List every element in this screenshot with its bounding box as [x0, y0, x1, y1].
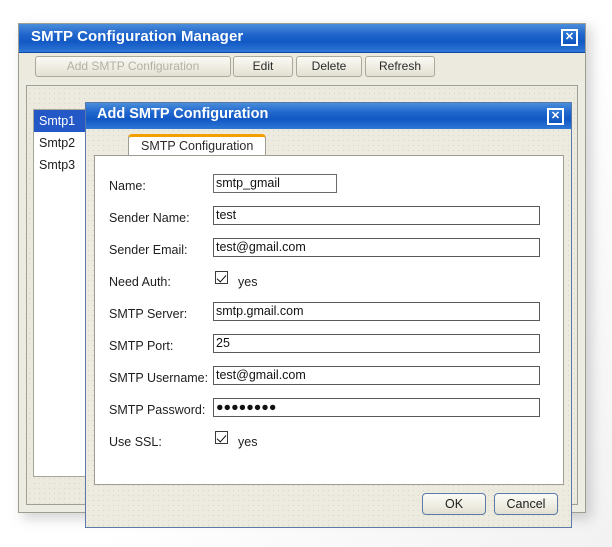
smtp-configuration-form: Name: smtp_gmail Sender Name: test Sender Em… — [94, 155, 564, 485]
form-row: SMTP Server: smtp.gmail.com — [95, 302, 563, 332]
add-smtp-configuration-dialog: Add SMTP Configuration ✕ SMTP Configurat… — [85, 102, 572, 528]
label-name: Name: — [109, 179, 146, 193]
label-smtp-username: SMTP Username: — [109, 371, 209, 385]
input-smtp-password[interactable]: ●●●●●●●● — [213, 398, 540, 417]
checkbox-label-need-auth: yes — [238, 275, 258, 289]
form-row: Need Auth: yes — [95, 270, 563, 300]
tab-smtp-configuration[interactable]: SMTP Configuration — [128, 134, 267, 156]
main-window-titlebar: SMTP Configuration Manager ✕ — [19, 24, 585, 53]
input-smtp-server[interactable]: smtp.gmail.com — [213, 302, 540, 321]
dialog-tabstrip: SMTP Configuration — [94, 134, 564, 156]
label-sender-email: Sender Email: — [109, 243, 188, 257]
toolbar-button-edit[interactable]: Edit — [233, 56, 293, 77]
form-row: Use SSL: yes — [95, 430, 563, 460]
form-row: SMTP Port: 25 — [95, 334, 563, 364]
main-toolbar: Add SMTP Configuration Edit Delete Refresh — [19, 53, 585, 81]
dialog-title: Add SMTP Configuration — [97, 106, 269, 122]
dialog-titlebar: Add SMTP Configuration ✕ — [86, 103, 571, 129]
form-row: Sender Name: test — [95, 206, 563, 236]
checkbox-label-use-ssl: yes — [238, 435, 258, 449]
input-smtp-username[interactable]: test@gmail.com — [213, 366, 540, 385]
label-sender-name: Sender Name: — [109, 211, 190, 225]
label-need-auth: Need Auth: — [109, 275, 171, 289]
input-sender-name[interactable]: test — [213, 206, 540, 225]
input-name[interactable]: smtp_gmail — [213, 174, 337, 193]
screen-root: SMTP Configuration Manager ✕ Add SMTP Co… — [0, 0, 612, 547]
smtp-configuration-manager-window: SMTP Configuration Manager ✕ Add SMTP Co… — [18, 23, 586, 528]
form-row: Name: smtp_gmail — [95, 174, 563, 204]
label-smtp-server: SMTP Server: — [109, 307, 188, 321]
form-row: Sender Email: test@gmail.com — [95, 238, 563, 268]
close-icon[interactable]: ✕ — [547, 108, 564, 125]
checkbox-need-auth[interactable] — [215, 271, 228, 284]
cancel-button[interactable]: Cancel — [494, 493, 558, 515]
toolbar-button-refresh[interactable]: Refresh — [365, 56, 435, 77]
form-row: SMTP Password: ●●●●●●●● — [95, 398, 563, 428]
ok-button[interactable]: OK — [422, 493, 486, 515]
label-use-ssl: Use SSL: — [109, 435, 162, 449]
input-sender-email[interactable]: test@gmail.com — [213, 238, 540, 257]
toolbar-button-add-smtp-configuration: Add SMTP Configuration — [35, 56, 231, 77]
label-smtp-port: SMTP Port: — [109, 339, 174, 353]
main-window-title: SMTP Configuration Manager — [31, 28, 244, 45]
input-smtp-port[interactable]: 25 — [213, 334, 540, 353]
close-icon[interactable]: ✕ — [561, 29, 578, 46]
form-row: SMTP Username: test@gmail.com — [95, 366, 563, 396]
label-smtp-password: SMTP Password: — [109, 403, 206, 417]
checkbox-use-ssl[interactable] — [215, 431, 228, 444]
toolbar-button-delete[interactable]: Delete — [296, 56, 362, 77]
